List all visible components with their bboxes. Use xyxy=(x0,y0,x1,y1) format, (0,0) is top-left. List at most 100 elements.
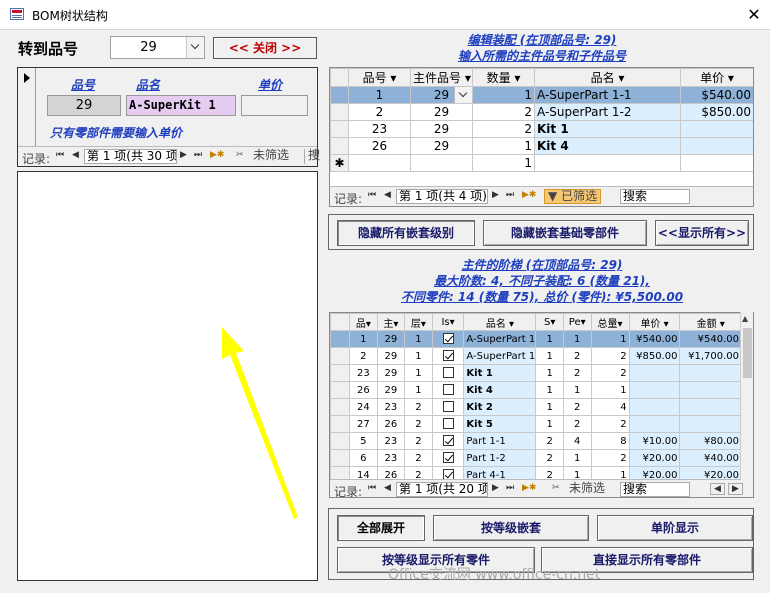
cell-price[interactable]: $540.00 xyxy=(680,86,753,104)
cell-amount[interactable] xyxy=(679,364,742,382)
is-part-checkbox[interactable] xyxy=(442,350,454,362)
col-header-qty[interactable]: 数量 ▾ xyxy=(472,68,535,87)
cell-parent[interactable] xyxy=(410,154,473,172)
cell-price[interactable] xyxy=(628,415,681,433)
table-row[interactable]: 5 23 2 Part 1-1 2 4 8 ¥10.00 ¥80.00 xyxy=(330,432,742,450)
new-record-button[interactable]: ▶✱ xyxy=(210,150,224,160)
col-header[interactable]: 层▾ xyxy=(404,313,433,331)
cell-s[interactable]: 1 xyxy=(535,381,564,399)
col-header-price[interactable]: 单价 ▾ xyxy=(680,68,753,87)
expand-all-button[interactable]: 全部展开 xyxy=(337,515,425,541)
item-no-field[interactable]: 29 xyxy=(47,95,121,116)
cell-s[interactable]: 1 xyxy=(535,364,564,382)
cell-s[interactable]: 1 xyxy=(535,415,564,433)
is-part-checkbox[interactable] xyxy=(442,384,454,396)
cell-no[interactable]: 5 xyxy=(349,432,378,450)
search-stub[interactable]: 捜 xyxy=(304,149,323,164)
cell-parent[interactable]: 29 xyxy=(410,103,473,121)
cell-name[interactable]: A-SuperPart 1-2 xyxy=(534,103,681,121)
cell-s[interactable]: 2 xyxy=(535,432,564,450)
cell-price[interactable]: ¥20.00 xyxy=(628,449,681,467)
prev-record-button[interactable]: ◀ xyxy=(384,483,391,493)
cell-price[interactable]: ¥850.00 xyxy=(628,347,681,365)
col-header[interactable]: Pe▾ xyxy=(562,313,592,331)
cell-is-part[interactable] xyxy=(431,415,465,433)
filter-status[interactable]: 未筛选 xyxy=(250,149,292,164)
cell-is-part[interactable] xyxy=(431,432,465,450)
cell-price[interactable]: ¥10.00 xyxy=(628,432,681,450)
cell-name[interactable]: Part 1-2 xyxy=(463,449,537,467)
cell-parent[interactable]: 23 xyxy=(376,449,406,467)
cell-parent[interactable]: 23 xyxy=(376,398,406,416)
cell-pe[interactable]: 2 xyxy=(562,398,592,416)
cell-price[interactable] xyxy=(680,137,753,155)
cell-no[interactable]: 23 xyxy=(348,120,411,138)
window-close-icon[interactable]: ✕ xyxy=(742,4,766,26)
cell-amount[interactable]: ¥40.00 xyxy=(679,449,742,467)
cell-amount[interactable]: ¥1,700.00 xyxy=(679,347,742,365)
first-record-button[interactable]: ⏮ xyxy=(368,483,376,493)
next-record-button[interactable]: ▶ xyxy=(492,483,499,493)
goto-dropdown-button[interactable] xyxy=(186,37,204,58)
goto-combo[interactable]: 29 xyxy=(110,36,205,59)
filter-status[interactable]: 未筛选 xyxy=(566,482,608,497)
row-selector[interactable] xyxy=(330,120,349,138)
table-row[interactable]: 24 23 2 Kit 2124 xyxy=(330,398,742,416)
record-position[interactable]: 第 1 项(共 30 项 xyxy=(84,149,177,164)
col-header-name[interactable]: 品名 ▾ xyxy=(534,68,681,87)
col-header[interactable]: Is▾ xyxy=(431,313,465,331)
cell-total[interactable]: 1 xyxy=(590,330,630,348)
col-header[interactable]: 品名 ▾ xyxy=(463,313,537,331)
cell-pe[interactable]: 2 xyxy=(562,415,592,433)
cell-level[interactable]: 1 xyxy=(404,364,433,382)
cell-name[interactable]: Part 1-1 xyxy=(463,432,537,450)
cell-parent[interactable]: 29 xyxy=(376,330,406,348)
row-selector[interactable] xyxy=(330,415,351,433)
is-part-checkbox[interactable] xyxy=(442,333,454,345)
scroll-right-button[interactable]: ▶ xyxy=(728,483,743,495)
nest-by-level-button[interactable]: 按等级嵌套 xyxy=(433,515,589,541)
cell-price[interactable] xyxy=(680,120,753,138)
cell-is-part[interactable] xyxy=(431,364,465,382)
col-header-parent[interactable]: 主件品号 ▾ xyxy=(410,68,473,87)
last-record-button[interactable]: ⏭ xyxy=(194,150,202,160)
cell-no[interactable]: 6 xyxy=(349,449,378,467)
levels-vertical-scrollbar[interactable]: ▲ xyxy=(740,312,753,480)
row-selector[interactable] xyxy=(330,449,351,467)
cell-amount[interactable] xyxy=(679,398,742,416)
record-position[interactable]: 第 1 项(共 4 项) xyxy=(396,189,488,204)
cell-amount[interactable] xyxy=(679,381,742,399)
cell-qty[interactable]: 1 xyxy=(472,154,535,172)
cell-is-part[interactable] xyxy=(431,347,465,365)
record-selector[interactable] xyxy=(18,68,36,146)
cell-pe[interactable]: 2 xyxy=(562,364,592,382)
hide-all-levels-button[interactable]: 隐藏所有嵌套级别 xyxy=(337,220,475,246)
cell-level[interactable]: 1 xyxy=(404,347,433,365)
table-row[interactable]: 26 29 1 Kit 4111 xyxy=(330,381,742,399)
cell-parent[interactable]: 29 xyxy=(410,137,473,155)
cell-name[interactable]: Kit 1 xyxy=(534,120,681,138)
cell-level[interactable]: 2 xyxy=(404,449,433,467)
col-header[interactable]: 主▾ xyxy=(376,313,406,331)
table-row[interactable]: 23 29 2 Kit 1 xyxy=(330,120,753,138)
cell-total[interactable]: 2 xyxy=(590,415,630,433)
cell-level[interactable]: 1 xyxy=(404,381,433,399)
cell-no[interactable]: 27 xyxy=(349,415,378,433)
cell-level[interactable]: 2 xyxy=(404,432,433,450)
row-selector[interactable] xyxy=(330,103,349,121)
cell-s[interactable]: 1 xyxy=(535,347,564,365)
cell-pe[interactable]: 2 xyxy=(562,347,592,365)
cell-total[interactable]: 2 xyxy=(590,347,630,365)
cell-price[interactable]: ¥540.00 xyxy=(628,330,681,348)
cell-parent[interactable]: 29 xyxy=(376,381,406,399)
is-part-checkbox[interactable] xyxy=(442,435,454,447)
parent-dropdown-button[interactable] xyxy=(454,87,472,103)
prev-record-button[interactable]: ◀ xyxy=(72,150,79,160)
cell-name[interactable]: Kit 4 xyxy=(534,137,681,155)
col-header[interactable]: 总量▾ xyxy=(590,313,630,331)
cell-parent[interactable]: 29 xyxy=(376,364,406,382)
scroll-left-button[interactable]: ◀ xyxy=(710,483,725,495)
row-selector[interactable] xyxy=(330,432,351,450)
cell-name[interactable] xyxy=(534,154,681,172)
cell-name[interactable]: A-SuperPart 1-1 xyxy=(534,86,681,104)
